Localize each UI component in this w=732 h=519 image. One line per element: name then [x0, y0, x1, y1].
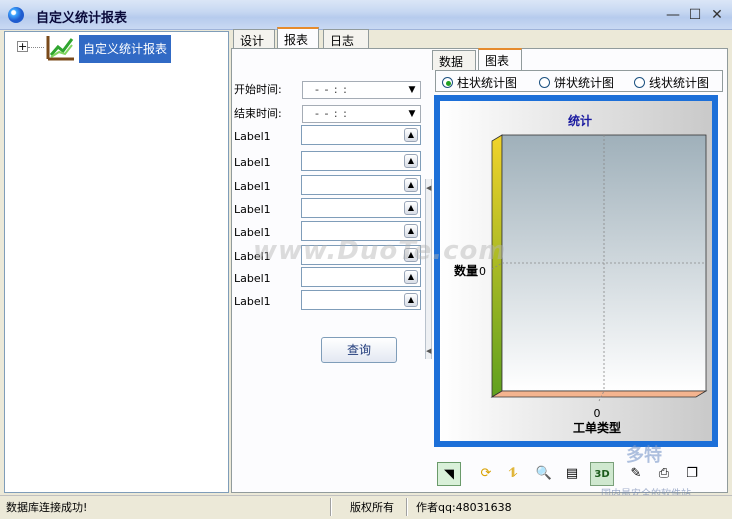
field-label: Label1: [234, 295, 271, 308]
radio-icon: [539, 77, 550, 88]
rotate-icon[interactable]: ⟳: [474, 462, 498, 486]
bar-chart: 统计 数量 0 0 工单类型: [454, 113, 708, 435]
end-time-label: 结束时间:: [234, 107, 282, 120]
report-tree[interactable]: + 自定义统计报表: [4, 31, 229, 493]
chart-canvas[interactable]: 统计 数量 0 0 工单类型: [434, 95, 718, 447]
end-time-value: - - : :: [315, 107, 348, 120]
zoom-icon[interactable]: 🔍: [532, 462, 556, 486]
move-icon[interactable]: ⥮: [501, 462, 525, 486]
filter-field[interactable]: ▲: [301, 198, 421, 218]
tree-connector: [28, 47, 44, 48]
chart-floor: [490, 390, 708, 398]
radio-label: 线状统计图: [649, 76, 710, 90]
title-bar: 自定义统计报表 — ☐ ✕: [0, 0, 732, 30]
watermark-text: www.DuoTe.com: [253, 236, 507, 266]
depth-icon[interactable]: ▤: [560, 462, 584, 486]
chevron-down-icon[interactable]: ▼: [405, 107, 419, 121]
filter-field[interactable]: ▲: [301, 125, 421, 145]
tab-log[interactable]: 日志: [323, 29, 369, 49]
tab-design[interactable]: 设计: [233, 29, 275, 49]
status-divider: [330, 498, 332, 516]
chart-type-group: 柱状统计图 饼状统计图 线状统计图: [435, 70, 723, 92]
window-title: 自定义统计报表: [36, 11, 128, 26]
radio-icon: [634, 77, 645, 88]
status-author: 作者qq:48031638: [416, 501, 512, 514]
field-label: Label1: [234, 272, 271, 285]
end-time-picker[interactable]: - - : : ▼: [302, 105, 421, 123]
status-copyright: 版权所有: [350, 501, 394, 514]
chart-y-tick-label: 0: [479, 265, 486, 278]
panel-splitter[interactable]: ◀ ◀: [425, 179, 432, 359]
status-message: 数据库连接成功!: [6, 501, 88, 514]
spin-icon[interactable]: ▲: [404, 178, 418, 192]
minimize-button[interactable]: —: [665, 7, 681, 23]
radio-bar-chart[interactable]: 柱状统计图: [442, 74, 517, 91]
maximize-button[interactable]: ☐: [687, 7, 703, 23]
radio-line-chart[interactable]: 线状统计图: [634, 74, 709, 91]
spin-icon[interactable]: ▲: [404, 128, 418, 142]
tab-chart[interactable]: 图表: [478, 48, 522, 70]
spin-icon[interactable]: ▲: [404, 154, 418, 168]
filter-field[interactable]: ▲: [301, 175, 421, 195]
tree-expander-icon[interactable]: +: [17, 41, 28, 52]
radio-pie-chart[interactable]: 饼状统计图: [539, 74, 614, 91]
radio-label: 柱状统计图: [457, 76, 518, 90]
spin-icon[interactable]: ▲: [404, 293, 418, 307]
status-divider: [406, 498, 408, 516]
filter-field[interactable]: ▲: [301, 267, 421, 287]
spin-icon[interactable]: ▲: [404, 201, 418, 215]
radio-label: 饼状统计图: [554, 76, 615, 90]
watermark-logo: 多特: [626, 445, 662, 466]
collapse-left-icon[interactable]: ◀: [426, 347, 431, 355]
pointer-icon[interactable]: ◥: [437, 462, 461, 486]
field-label: Label1: [234, 180, 271, 193]
field-label: Label1: [234, 130, 271, 143]
field-label: Label1: [234, 156, 271, 169]
query-button[interactable]: 查询: [321, 337, 397, 363]
chevron-down-icon[interactable]: ▼: [405, 83, 419, 97]
start-time-picker[interactable]: - - : : ▼: [302, 81, 421, 99]
filter-field[interactable]: ▲: [301, 151, 421, 171]
chart-x-tick-label: 0: [594, 407, 601, 420]
tab-data[interactable]: 数据: [432, 50, 476, 70]
tree-item-root[interactable]: 自定义统计报表: [79, 35, 172, 63]
filter-field[interactable]: ▲: [301, 290, 421, 310]
status-bar: 数据库连接成功! 版权所有 作者qq:48031638: [0, 495, 732, 519]
tab-report[interactable]: 报表: [277, 27, 319, 49]
report-panel: 开始时间: - - : : ▼ 结束时间: - - : : ▼ Label1 ▲…: [231, 48, 728, 493]
close-button[interactable]: ✕: [709, 7, 725, 23]
collapse-left-icon[interactable]: ◀: [426, 184, 431, 192]
radio-icon: [442, 77, 453, 88]
field-label: Label1: [234, 203, 271, 216]
copy-icon[interactable]: ❐: [680, 462, 704, 486]
app-icon: [8, 7, 24, 23]
start-time-value: - - : :: [315, 83, 348, 96]
3d-icon[interactable]: 3D: [590, 462, 614, 486]
start-time-label: 开始时间:: [234, 83, 282, 96]
chart-title: 统计: [568, 113, 592, 128]
chart-report-icon: [46, 36, 74, 61]
spin-icon[interactable]: ▲: [404, 270, 418, 284]
chart-x-axis-label: 工单类型: [573, 420, 621, 435]
